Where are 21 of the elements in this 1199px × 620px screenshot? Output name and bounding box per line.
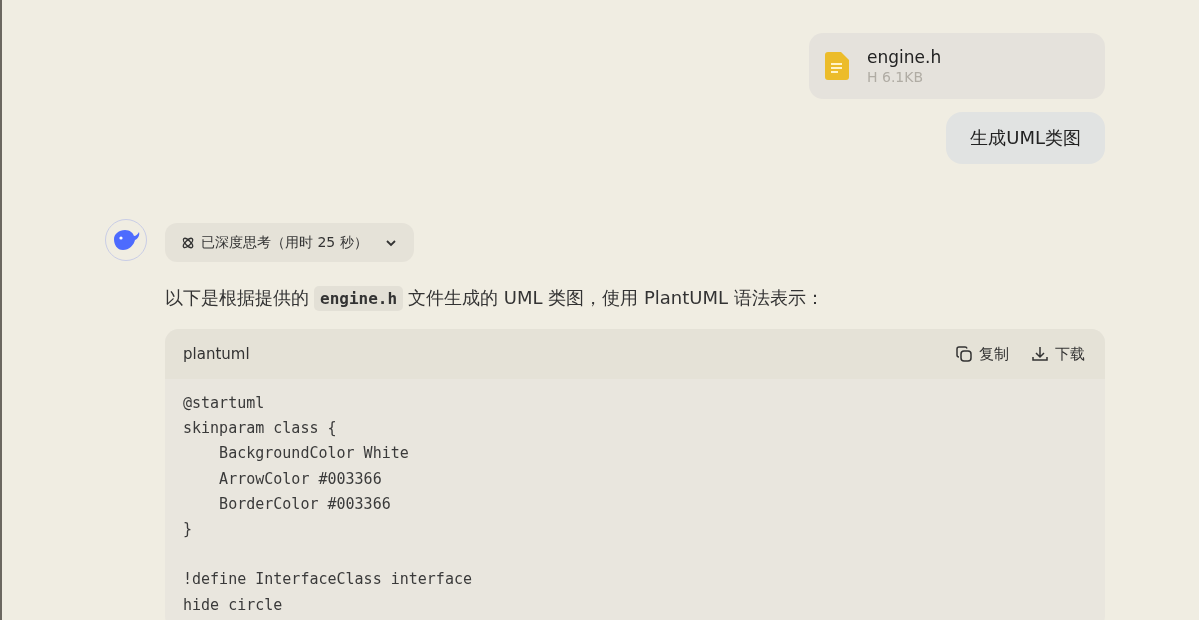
atom-icon — [181, 235, 195, 250]
file-meta: H 6.1KB — [867, 69, 925, 85]
code-line: skinparam class { — [183, 418, 338, 440]
copy-button[interactable]: 复制 — [955, 344, 1009, 364]
user-message: 生成UML类图 — [946, 112, 1105, 164]
download-button[interactable]: 下载 — [1031, 344, 1085, 364]
code-line: BackgroundColor White — [218, 443, 410, 465]
file-attachment[interactable]: engine.h H 6.1KB — [809, 33, 1105, 99]
code-line: !define InterfaceClass interface — [183, 569, 473, 591]
document-icon — [825, 52, 849, 80]
download-icon — [1031, 345, 1049, 363]
code-line: } — [183, 518, 194, 540]
reply-text: 以下是根据提供的 engine.h 文件生成的 UML 类图，使用 PlantUML 语法表示： — [165, 284, 1105, 313]
code-line: @startuml — [183, 393, 266, 414]
code-line: ArrowColor #003366 — [218, 468, 383, 490]
thinking-toggle[interactable]: 已深度思考（用时 25 秒） — [165, 223, 414, 262]
code-line: BorderColor #003366 — [218, 493, 392, 515]
file-name: engine.h — [867, 47, 942, 67]
copy-icon — [955, 345, 973, 363]
code-language: plantuml — [183, 345, 250, 363]
code-line: hide circle — [183, 594, 284, 616]
